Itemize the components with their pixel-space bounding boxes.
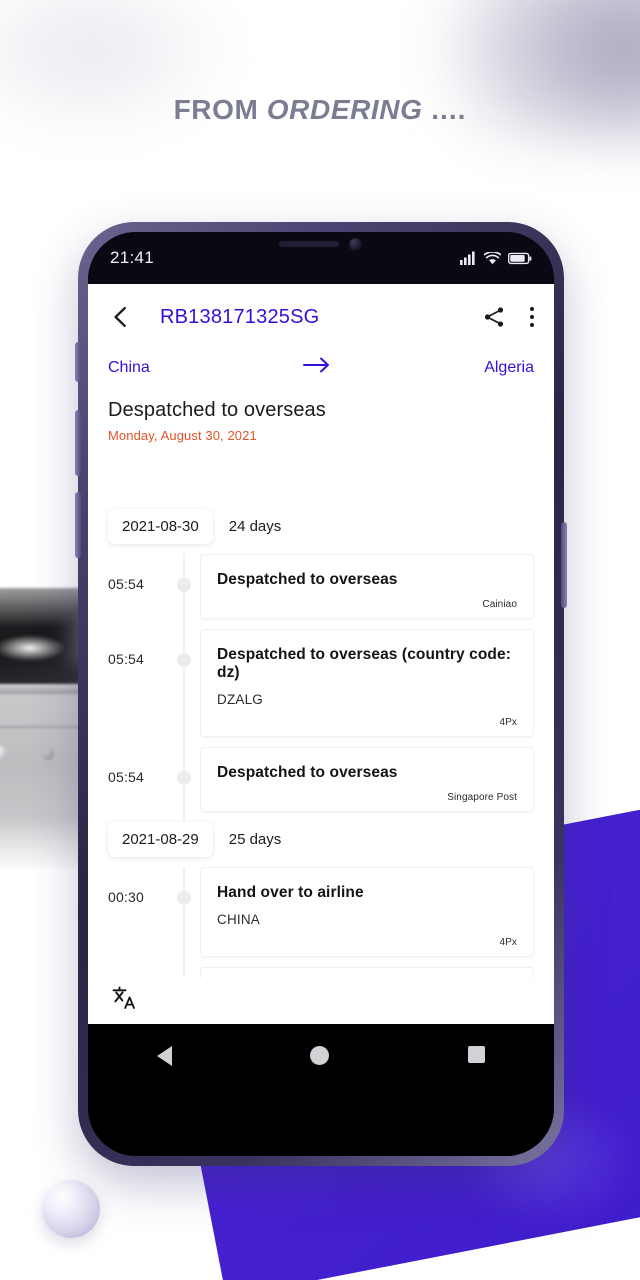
event-time: 05:54 [108,576,145,592]
wifi-icon [484,251,501,264]
route-arrow [150,356,484,379]
timeline-dot [177,771,191,785]
timeline-date-chip: 2021-08-30 [108,509,213,544]
signal-bars-icon [460,251,475,265]
earpiece-speaker [279,241,339,247]
event-title: Despatched to overseas [217,764,398,781]
timeline-relative-days: 24 days [228,518,282,535]
event-title: Despatched to overseas (country code: dz… [217,646,511,681]
event-time: 05:54 [108,769,145,785]
timeline-dot [177,891,191,905]
screen-bottom-bar [88,978,554,1024]
timeline-day-header: 2021-08-29 25 days [88,822,554,857]
timeline-event-row[interactable]: 05:54 Despatched to overseas Cainiao [88,554,554,629]
timeline-connector [183,629,185,747]
android-nav-bar [88,1024,554,1156]
tracking-timeline: 2021-08-30 24 days 05:54 Despatched to over… [88,509,554,1021]
timeline-connector [183,867,185,967]
background-sphere [42,1180,100,1238]
event-title: Despatched to overseas [217,571,398,588]
event-card[interactable]: Despatched to overseas Cainiao [200,554,534,619]
chevron-left-icon[interactable] [108,304,134,330]
current-status-date: Monday, August 30, 2021 [108,428,257,443]
page-title-emphasis: ORDERING [266,94,423,125]
timeline-dot [177,578,191,592]
phone-power-button[interactable] [561,522,567,608]
tracking-number[interactable]: RB138171325SG [160,306,482,329]
timeline-axis [170,629,200,747]
timeline-date-chip: 2021-08-29 [108,822,213,857]
timeline-dot [177,653,191,667]
current-status-block: Despatched to overseas Monday, August 30… [88,383,554,443]
event-card[interactable]: Hand over to airline CHINA 4Px [200,867,534,957]
timeline-relative-days: 25 days [228,831,282,848]
timeline-day-header: 2021-08-30 24 days [88,509,554,544]
timeline-event-row[interactable]: 05:54 Despatched to overseas (country cod… [88,629,554,747]
front-camera [349,238,362,251]
promo-stage: FROM ORDERING .... 21:41 RB138171325SG C… [0,0,640,1280]
translate-button[interactable] [104,978,144,1018]
timeline-event-row[interactable]: 00:30 Hand over to airline CHINA 4Px [88,867,554,967]
event-time: 05:54 [108,651,145,667]
app-screen: RB138171325SG China Algeria Despatched t… [88,284,554,1024]
timeline-axis [170,867,200,967]
page-title-prefix: FROM [173,94,267,125]
arrow-right-icon [303,357,329,373]
status-bar: 21:41 [88,232,554,284]
phone-mockup: 21:41 RB138171325SG China Algeria Despat… [75,222,567,1166]
event-title: Hand over to airline [217,884,364,901]
route-origin[interactable]: China [108,359,150,377]
nav-recents-icon[interactable] [467,1046,485,1063]
event-carrier: Cainiao [482,599,517,610]
timeline-axis [170,554,200,629]
event-card[interactable]: Despatched to overseas (country code: dz… [200,629,534,737]
event-carrier: 4Px [499,937,517,948]
timeline-event-row[interactable]: 05:54 Despatched to overseas Singapore Pos… [88,747,554,822]
translate-icon [112,986,135,1009]
phone-screen-area: 21:41 RB138171325SG China Algeria Despat… [88,232,554,1156]
page-title: FROM ORDERING .... [0,94,640,126]
event-card[interactable]: Despatched to overseas Singapore Post [200,747,534,812]
share-icon[interactable] [482,305,506,329]
current-status-title: Despatched to overseas [108,399,326,421]
route-destination[interactable]: Algeria [484,359,534,377]
battery-icon [508,252,532,264]
event-location: CHINA [217,912,261,927]
event-location: DZALG [217,692,264,707]
page-title-suffix: .... [422,94,467,125]
phone-mute-button[interactable] [75,342,81,382]
phone-volume-up-button[interactable] [75,410,81,476]
event-time: 00:30 [108,889,145,905]
event-carrier: Singapore Post [447,792,517,803]
status-bar-clock: 21:41 [110,248,155,267]
event-carrier: 4Px [499,717,517,728]
nav-back-icon[interactable] [157,1046,173,1066]
app-bar: RB138171325SG [88,284,554,350]
route-row: China Algeria [88,350,554,383]
more-vertical-icon[interactable] [530,307,534,327]
timeline-axis [170,747,200,822]
phone-volume-down-button[interactable] [75,492,81,558]
nav-home-icon[interactable] [310,1046,330,1065]
